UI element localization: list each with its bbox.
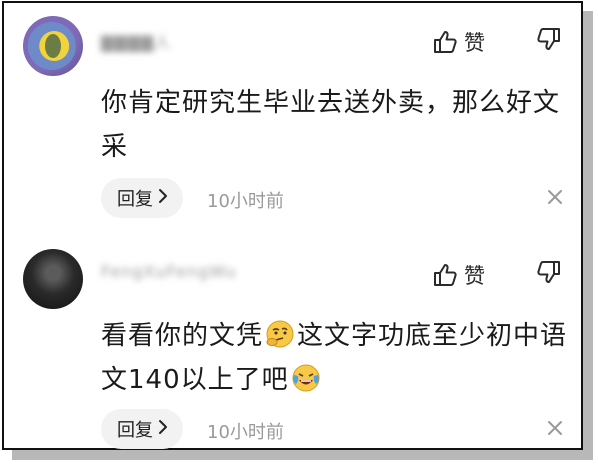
comment-time: 10小时前 [207,422,284,443]
dislike-button[interactable] [535,259,563,291]
chevron-right-icon [157,188,169,209]
thumb-down-icon [535,261,563,291]
close-icon [547,421,563,440]
reply-label: 回复 [117,420,153,441]
like-label: 赞 [464,264,485,288]
reply-button[interactable]: 回复 [101,178,183,218]
close-button[interactable] [547,420,563,440]
thumb-up-icon [432,262,458,288]
crying-laughing-emoji-icon [291,363,321,393]
comment-text-part: 看看你的文凭 [101,321,264,351]
like-button[interactable]: 赞 [432,260,485,290]
comment-item: ▇▇▇▇人 赞 你肯定研究生毕业去送外卖，那么好文采 回复 10小时前 [4,3,581,233]
like-label: 赞 [464,31,485,55]
avatar[interactable] [23,16,83,76]
username[interactable]: ▇▇▇▇人 [101,29,171,53]
comment-time: 10小时前 [207,191,284,212]
comments-panel: ▇▇▇▇人 赞 你肯定研究生毕业去送外卖，那么好文采 回复 10小时前 Feng… [2,1,583,450]
comment-text: 看看你的文凭 这文字功底至少初中语文140以上了吧 [101,314,571,402]
thumb-down-icon [535,28,563,58]
like-button[interactable]: 赞 [432,27,485,57]
avatar-figure [45,34,61,58]
comment-item: FengXuFengWu 赞 看看你的文凭 这文字功底至少初中语文140以上了吧… [4,236,581,466]
thumb-up-icon [432,29,458,55]
close-icon [547,190,563,209]
chevron-right-icon [157,419,169,440]
close-button[interactable] [547,189,563,209]
reply-label: 回复 [117,189,153,210]
reply-button[interactable]: 回复 [101,409,183,449]
dislike-button[interactable] [535,26,563,58]
username[interactable]: FengXuFengWu [101,262,236,281]
thinking-emoji-icon [265,319,295,349]
avatar[interactable] [23,249,83,309]
comment-text: 你肯定研究生毕业去送外卖，那么好文采 [101,88,561,162]
